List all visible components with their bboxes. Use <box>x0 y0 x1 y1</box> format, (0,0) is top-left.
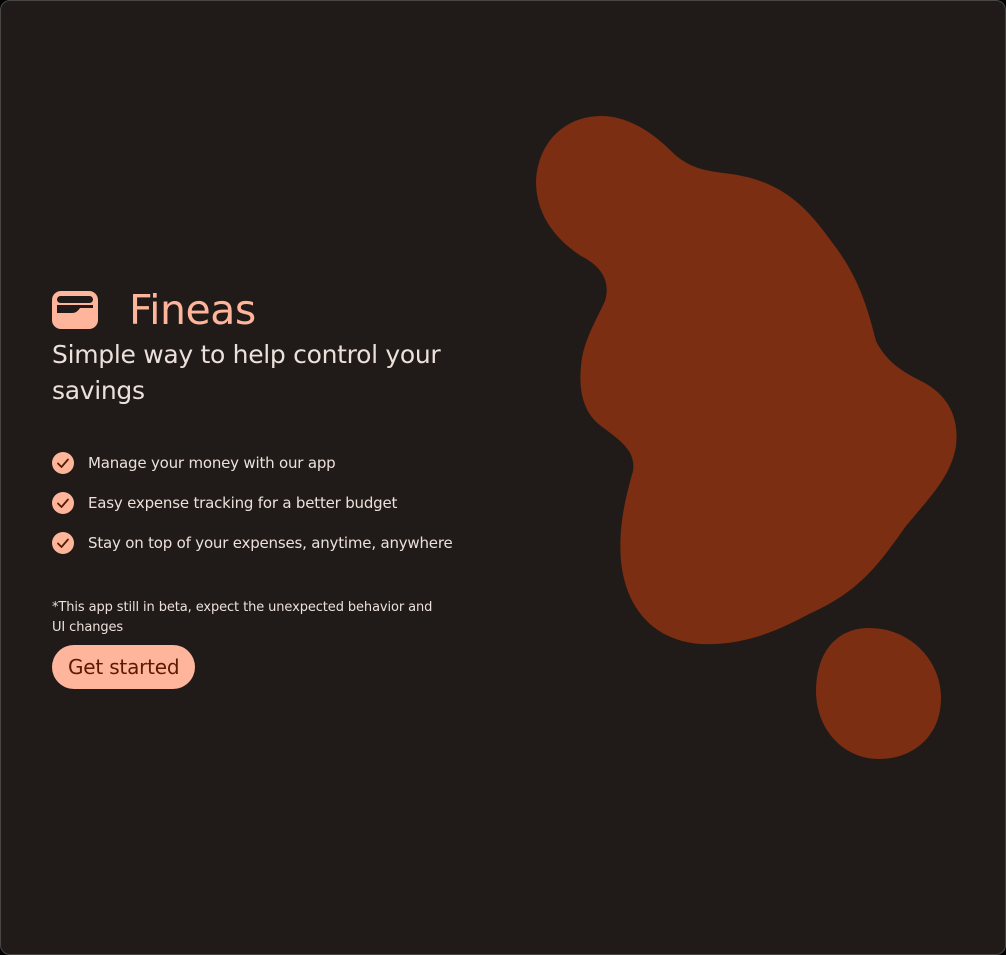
check-circle-icon <box>52 492 74 514</box>
large-blob <box>536 116 957 645</box>
feature-text: Easy expense tracking for a better budge… <box>88 494 398 512</box>
get-started-button[interactable]: Get started <box>52 645 196 689</box>
small-blob <box>816 628 941 759</box>
feature-item: Manage your money with our app <box>52 443 472 483</box>
brand-header: Fineas <box>52 289 472 331</box>
app-name: Fineas <box>129 286 256 334</box>
beta-notice: *This app still in beta, expect the unex… <box>52 600 433 635</box>
check-circle-icon <box>52 452 74 474</box>
feature-text: Stay on top of your expenses, anytime, a… <box>88 534 453 552</box>
feature-item: Easy expense tracking for a better budge… <box>52 483 472 523</box>
wallet-icon <box>52 291 98 329</box>
feature-item: Stay on top of your expenses, anytime, a… <box>52 523 472 563</box>
app-window: Fineas Simple way to help control your s… <box>0 0 1006 955</box>
check-circle-icon <box>52 532 74 554</box>
feature-list: Manage your money with our app Easy expe… <box>52 443 472 563</box>
intro-panel: Fineas Simple way to help control your s… <box>52 289 472 689</box>
feature-text: Manage your money with our app <box>88 454 336 472</box>
tagline: Simple way to help control your savings <box>52 340 441 405</box>
